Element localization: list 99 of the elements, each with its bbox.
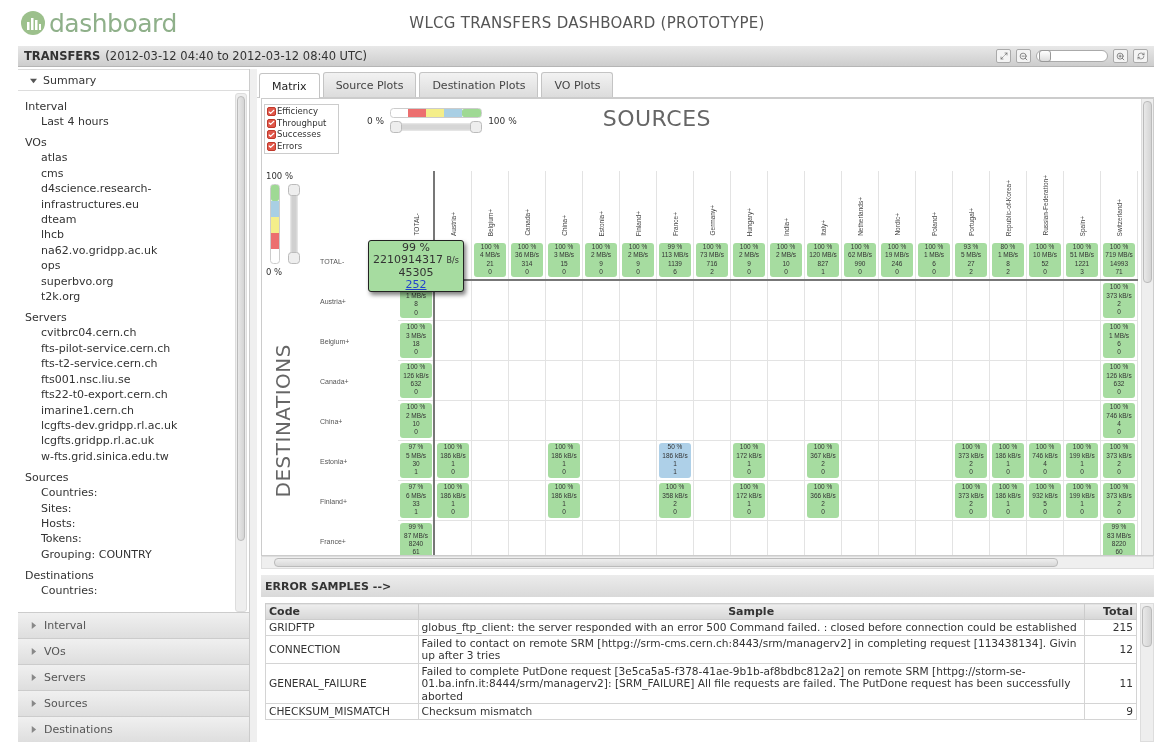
tab[interactable]: Source Plots [322,72,417,97]
scrollbar[interactable] [1141,99,1153,555]
filter-item[interactable]: w-fts.grid.sinica.edu.tw [25,448,227,465]
range-slider[interactable] [288,184,300,264]
accordion-panel[interactable]: VOs [18,638,249,664]
filter-item[interactable]: Last 4 hours [25,114,227,130]
filter-item[interactable]: superbvo.org [25,273,227,290]
filter-item[interactable]: Countries: [25,485,227,501]
accordion-panel[interactable]: Interval [18,612,249,638]
range-min-label: 0 % [367,116,385,126]
checkbox-label: Successes [277,129,321,141]
zoom-slider[interactable] [1036,50,1108,62]
axis-title: DESTINATIONS [271,344,295,498]
filter-item[interactable]: fts001.nsc.liu.se [25,371,227,388]
scale-min-label: 0 % [266,267,283,277]
table-cell: CHECKSUM_MISMATCH [265,703,418,719]
table-cell: GRIDFTP [265,619,418,635]
filter-item[interactable]: Hosts: [25,515,227,532]
zoom-out-icon [1019,51,1028,61]
filter-item[interactable]: Grouping: COUNTRY [25,546,227,563]
filter-item[interactable]: t2k.org [25,289,227,305]
accordion-panel[interactable]: Sources [18,690,249,716]
tooltip-text: 2210914317 B/s [373,253,459,267]
range-slider[interactable] [390,121,483,133]
caret-right-icon [30,622,37,629]
checkbox-label: Efficiency [277,106,318,118]
expand-icon [999,52,1008,60]
table-cell: CONNECTION [265,635,418,663]
table-cell: GENERAL_FAILURE [265,663,418,704]
filter-item[interactable]: Tokens: [25,531,227,547]
filter-item[interactable]: lcgfts.gridpp.rl.ac.uk [25,433,227,449]
section-title: TRANSFERS [24,49,101,63]
accordion-panel[interactable]: Servers [18,664,249,690]
refresh-icon [1136,52,1145,60]
caret-right-icon [30,674,37,681]
table-cell: Checksum mismatch [418,703,1085,719]
checkbox-label: Errors [277,140,303,152]
caret-right-icon [30,700,37,707]
logo-icon [20,10,46,36]
table-cell: 11 [1084,663,1137,704]
table-cell: 215 [1084,619,1137,635]
filter-group-title: Sources [25,470,70,486]
table-cell: Failed to complete PutDone request [3e5ca5a5-f378-41ae-9b1b-af8bdbc812a2] on remote SRM [httpg://storm-se-01.ba.infn.it:8444/srm/managerv2]: [SRM_FAILURE] All file requests are failed. The PutDone request has been successfully aborted [418,663,1085,704]
filter-item[interactable]: ops [25,258,227,274]
range-max-label: 100 % [488,116,517,126]
tab[interactable]: Destination Plots [419,72,539,97]
filter-item[interactable]: lcgfts-dev.gridpp.rl.ac.uk [25,417,227,434]
zoom-in-icon [1116,51,1125,61]
caret-down-icon [30,76,37,84]
checkbox[interactable] [267,118,276,128]
column-header[interactable]: Code [265,603,418,620]
table-cell: Failed to contact on remote SRM [httpg://srm-cms.cern.ch:8443/srm/managerv2] in completing request [113438134]. Givin up after 3 tries [418,635,1085,663]
tooltip-text: 99 % [402,241,430,254]
window-title: WLCG TRANSFERS DASHBOARD (PROTOTYPE) [409,14,765,32]
column-header[interactable]: Sample [418,603,1085,620]
filter-item[interactable]: cvitbrc04.cern.ch [25,325,227,341]
accordion-panel[interactable]: Destinations [18,716,249,742]
scrollbar[interactable] [261,556,1154,569]
table-cell: globus_ftp_client: the server responded with an error 500 Command failed. : closed before connection could be established [418,619,1085,635]
filter-item[interactable]: lhcb [25,227,227,243]
caret-right-icon [30,648,37,655]
table-cell: 12 [1084,635,1137,663]
filter-item[interactable]: imarine1.cern.ch [25,402,227,418]
scrollbar[interactable] [235,93,247,612]
refresh-button[interactable] [1133,49,1148,63]
checkbox[interactable] [267,130,276,140]
column-header[interactable]: Total [1084,603,1137,620]
filter-item[interactable]: fts-t2-service.cern.ch [25,356,227,372]
filter-item[interactable]: Countries: [25,583,227,599]
tooltip-text: 45305 [398,266,434,279]
panel-title: ERROR SAMPLES --> [261,575,1154,597]
filter-group-title: Destinations [25,568,95,584]
filter-group-title: Interval [25,99,69,114]
filter-item[interactable]: fts22-t0-export.cern.ch [25,387,227,403]
filter-item[interactable]: Sites: [25,500,227,516]
scrollbar[interactable] [1140,603,1154,742]
zoom-out-button[interactable] [1016,49,1031,63]
checkbox-label: Throughput [277,117,327,129]
expand-button[interactable] [996,49,1011,63]
filter-item[interactable]: cms [25,165,227,182]
checkbox[interactable] [267,107,276,117]
checkbox[interactable] [267,141,276,151]
filter-item[interactable]: atlas [25,150,227,166]
logo-text: dashboard [49,8,177,38]
time-range: (2012-03-12 04:40 to 2012-03-12 08:40 UTC) [105,49,367,63]
summary-header[interactable]: Summary [18,69,249,91]
tab[interactable]: Matrix [259,73,320,98]
filter-group-title: Servers [25,310,68,326]
tab[interactable]: VO Plots [541,72,614,97]
scale-max-label: 100 % [266,171,293,181]
filter-item[interactable]: fts-pilot-service.cern.ch [25,340,227,357]
filter-item[interactable]: na62.vo.gridpp.ac.uk [25,242,227,259]
table-cell: 9 [1084,703,1137,719]
slider-thumb[interactable] [1039,50,1052,62]
caret-right-icon [30,726,37,733]
filter-group-title: VOs [25,135,48,151]
axis-title: SOURCES [602,106,712,131]
filter-item[interactable]: dteam [25,212,227,228]
zoom-in-button[interactable] [1113,49,1128,63]
